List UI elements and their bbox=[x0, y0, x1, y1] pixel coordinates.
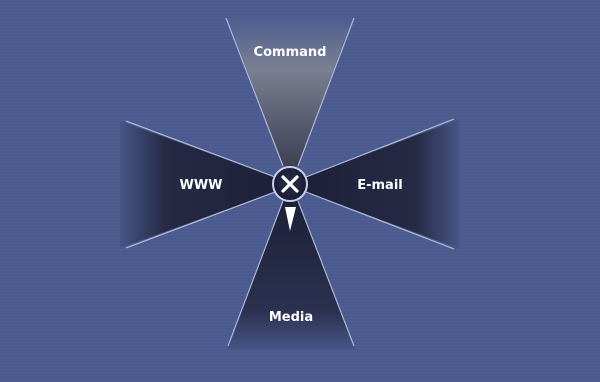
pie-item-command[interactable]: Command bbox=[225, 14, 355, 167]
desktop-background: Command WWW E-mail Media bbox=[0, 0, 600, 382]
pie-item-email[interactable]: E-mail bbox=[305, 118, 460, 250]
pie-menu: Command WWW E-mail Media bbox=[120, 14, 460, 350]
pie-menu-close-button[interactable] bbox=[272, 166, 308, 202]
pie-item-www[interactable]: WWW bbox=[120, 120, 276, 249]
pie-item-media-label: Media bbox=[269, 310, 313, 325]
pie-item-email-label: E-mail bbox=[357, 178, 403, 193]
pie-item-command-label: Command bbox=[254, 45, 327, 60]
pie-item-www-label: WWW bbox=[179, 178, 222, 193]
